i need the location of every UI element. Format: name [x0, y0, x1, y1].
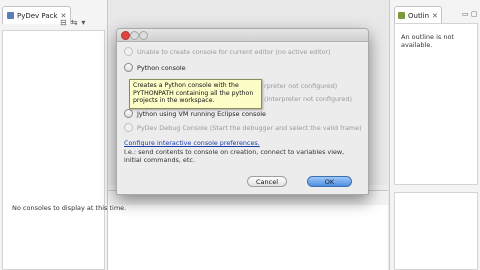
cancel-button[interactable]: Cancel [247, 176, 287, 187]
option-pydev-debug-console: PyDev Debug Console (Start the debugger … [124, 123, 362, 132]
close-icon[interactable]: ✕ [432, 12, 438, 20]
panel-toolbar: ⊟ ⇆ ▾ [60, 18, 85, 27]
view-menu-icon[interactable]: ▾ [81, 18, 85, 27]
option-no-active-editor: Unable to create console for current edi… [124, 47, 331, 56]
option-python-console[interactable]: Python console [124, 63, 186, 72]
option-label: Unable to create console for current edi… [137, 47, 331, 56]
outline-panel: Outlin ✕ ▭ ▢ An outline is not available… [389, 0, 480, 270]
minimize-window-icon [130, 31, 139, 40]
minimize-maximize-icon[interactable]: ▭ ▢ [462, 10, 477, 18]
outline-icon [398, 12, 405, 19]
lower-right-view [394, 192, 478, 270]
outline-view: An outline is not available. [394, 23, 478, 185]
tab-label: Outlin [408, 11, 430, 20]
option-label: Jython using VM running Eclipse console [137, 109, 266, 118]
option-label: Python console [137, 63, 186, 72]
ok-button[interactable]: OK [307, 176, 352, 187]
dialog-titlebar [117, 29, 368, 42]
package-tree [2, 30, 105, 270]
option-jython-vm[interactable]: Jython using VM running Eclipse console [124, 109, 266, 118]
radio-icon [124, 123, 133, 132]
configure-preferences-link[interactable]: Configure interactive console preference… [124, 139, 260, 147]
radio-icon[interactable] [124, 63, 133, 72]
link-with-editor-icon[interactable]: ⇆ [71, 18, 78, 27]
close-window-icon[interactable] [121, 31, 130, 40]
collapse-all-icon[interactable]: ⊟ [60, 18, 67, 27]
radio-icon[interactable] [124, 109, 133, 118]
create-console-dialog: Unable to create console for current edi… [116, 28, 369, 195]
zoom-window-icon [139, 31, 148, 40]
tab-label: PyDev Pack [17, 11, 58, 20]
radio-icon [124, 47, 133, 56]
option-tooltip: Creates a Python console with the PYTHON… [129, 79, 262, 109]
configure-preferences-description: I.e.: send contents to console on creati… [124, 148, 345, 164]
console-empty-message: No consoles to display at this time. [12, 204, 127, 212]
console-view [108, 205, 388, 270]
outline-empty-message: An outline is not available. [401, 33, 454, 49]
option-label: PyDev Debug Console (Start the debugger … [137, 123, 362, 132]
option-fragment-iron: (interpreter not configured) [264, 95, 353, 103]
pydev-package-explorer-panel: PyDev Pack ✕ ⊟ ⇆ ▾ [0, 0, 108, 270]
tab-outline[interactable]: Outlin ✕ [394, 6, 442, 24]
option-fragment-jython: rpreter not configured) [264, 82, 338, 90]
package-explorer-icon [7, 12, 14, 19]
